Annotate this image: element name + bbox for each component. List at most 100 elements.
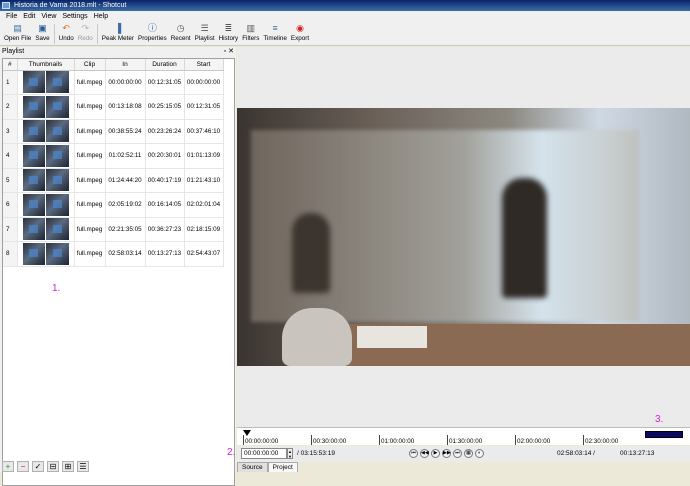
playlist-title: Playlist [2, 48, 25, 55]
peak-meter-icon: ▐ [114, 23, 122, 33]
in-time: 02:58:03:14 [105, 241, 146, 267]
table-row[interactable]: 7 full.mpeg 02:21:35:05 00:36:27:23 02:18:15… [3, 217, 224, 242]
position-timecode[interactable]: 00:00:00:00 [241, 448, 287, 459]
menu-file[interactable]: File [3, 11, 20, 22]
column-header-clip[interactable]: Clip [74, 59, 106, 71]
duration-time: 00:13:27:13 [145, 241, 185, 267]
clip-name: full.mpeg [74, 119, 106, 144]
table-row[interactable]: 6 full.mpeg 02:05:19:02 00:16:14:05 02:02:01… [3, 192, 224, 218]
table-row[interactable]: 1 full.mpeg 00:00:00:00 00:12:31:05 00:00:00… [3, 70, 224, 95]
properties-button[interactable]: ⓘ Properties [136, 22, 169, 46]
transport-bar: 00:00:00:00 ▲ ▼ / 03:15:53:19 ⏮ ◀◀ ▶ ▶▶ ⏭… [237, 446, 690, 462]
start-time: 02:18:15:09 [184, 217, 224, 242]
clip-thumbnail [22, 71, 69, 94]
playlist-table: # Thumbnails Clip In Duration Start 1 ful… [3, 59, 224, 267]
rewind-icon[interactable]: ◀◀ [420, 449, 429, 458]
title-bar: Historia de Varna 2018.mlt - Shotcut [0, 0, 690, 11]
remove-icon[interactable]: − [17, 461, 29, 472]
row-number: 8 [3, 241, 18, 267]
timeline-ruler[interactable]: 00:00:00:00 00:30:00:00 01:00:00:00 01:30:0… [237, 427, 690, 445]
history-button[interactable]: ≣ History [217, 22, 241, 46]
in-point: 02:58:03:14 / [557, 450, 595, 457]
save-icon: ▣ [38, 23, 47, 33]
insert-icon[interactable]: ⊟ [47, 461, 59, 472]
row-number: 3 [3, 119, 18, 144]
skip-previous-icon[interactable]: ⏮ [409, 449, 418, 458]
duration-time: 00:40:17:19 [145, 168, 185, 193]
export-button[interactable]: ◉ Export [289, 22, 311, 46]
filters-button[interactable]: ▥ Filters [240, 22, 261, 46]
menu-settings[interactable]: Settings [59, 11, 90, 22]
window-title: Historia de Varna 2018.mlt - Shotcut [14, 2, 127, 9]
clip-name: full.mpeg [74, 94, 106, 120]
save-button[interactable]: ▣ Save [33, 22, 51, 46]
grid-icon[interactable]: ▦ [464, 449, 473, 458]
thumbnail-cell [17, 119, 75, 144]
duration-time: 00:16:14:05 [145, 192, 185, 218]
playlist-actions: + − ✓ ⊟ ⊞ ☰ [2, 461, 152, 473]
duration-time: 00:23:26:24 [145, 119, 185, 144]
start-time: 01:01:13:09 [184, 143, 224, 169]
ruler-tick-label: 02:30:00:00 [583, 435, 618, 445]
table-row[interactable]: 3 full.mpeg 00:38:55:24 00:23:26:24 00:37:46… [3, 119, 224, 144]
menu-edit[interactable]: Edit [20, 11, 38, 22]
thumbnail-cell [17, 192, 75, 218]
timeline-button[interactable]: ≡ Timeline [261, 22, 289, 46]
timecode-spinner[interactable]: ▲ ▼ [287, 448, 293, 459]
in-time: 00:00:00:00 [105, 70, 146, 95]
column-header-number[interactable]: # [3, 59, 18, 71]
skip-next-icon[interactable]: ⏭ [453, 449, 462, 458]
column-header-thumbnails[interactable]: Thumbnails [17, 59, 75, 71]
column-header-duration[interactable]: Duration [145, 59, 185, 71]
start-time: 02:54:43:07 [184, 241, 224, 267]
clip-name: full.mpeg [74, 217, 106, 242]
clip-thumbnail [22, 144, 69, 167]
playlist-table-container: # Thumbnails Clip In Duration Start 1 ful… [2, 58, 235, 486]
row-number: 7 [3, 217, 18, 242]
open-file-button[interactable]: ▤ Open File [2, 22, 33, 46]
start-time: 00:12:31:05 [184, 94, 224, 120]
tab-source[interactable]: Source [237, 462, 268, 472]
add-icon[interactable]: + [2, 461, 14, 472]
undo-button[interactable]: ↶ Undo [57, 22, 76, 46]
menu-help[interactable]: Help [91, 11, 111, 22]
annotation-2: 2. [227, 447, 236, 458]
menu-view[interactable]: View [38, 11, 59, 22]
viewer-tabs: Source Project [237, 462, 298, 472]
tab-project[interactable]: Project [267, 462, 298, 472]
annotation-1: 1. [52, 283, 61, 294]
in-time: 02:05:19:02 [105, 192, 146, 218]
column-header-start[interactable]: Start [184, 59, 224, 71]
recent-button[interactable]: ◷ Recent [169, 22, 193, 46]
thumbnail-cell [17, 143, 75, 169]
zoom-selection[interactable] [645, 431, 683, 438]
duration-time: 00:36:27:23 [145, 217, 185, 242]
video-viewer: 4. 3. [237, 47, 690, 438]
in-time: 02:21:35:05 [105, 217, 146, 242]
undo-icon: ↶ [62, 23, 70, 33]
table-row[interactable]: 2 full.mpeg 00:13:18:08 00:25:15:05 00:12:31… [3, 94, 224, 120]
row-number: 5 [3, 168, 18, 193]
update-icon[interactable]: ✓ [32, 461, 44, 472]
float-icon[interactable]: ▫ [224, 48, 226, 55]
playhead-marker[interactable] [243, 430, 251, 436]
fast-forward-icon[interactable]: ▶▶ [442, 449, 451, 458]
volume-icon[interactable]: ◐ [475, 449, 484, 458]
timeline-icon: ≡ [272, 23, 278, 33]
table-row[interactable]: 5 full.mpeg 01:24:44:20 00:40:17:19 01:21:43… [3, 168, 224, 193]
ruler-tick-label: 00:00:00:00 [243, 435, 278, 445]
playlist-dock: Playlist ▫ ✕ # Thumbnails Clip In Durati… [0, 47, 236, 486]
start-time: 00:00:00:00 [184, 70, 224, 95]
play-icon[interactable]: ▶ [431, 449, 440, 458]
table-row[interactable]: 8 full.mpeg 02:58:03:14 00:13:27:13 02:54:43… [3, 241, 224, 267]
toolbar-label: Undo [58, 35, 74, 42]
peak-meter-button[interactable]: ▐ Peak Meter [100, 22, 136, 46]
total-duration: / 03:15:53:19 [297, 450, 335, 457]
append-icon[interactable]: ⊞ [62, 461, 74, 472]
redo-button[interactable]: ↷ Redo [76, 22, 95, 46]
column-header-in[interactable]: In [105, 59, 146, 71]
table-row[interactable]: 4 full.mpeg 01:02:52:11 00:20:30:01 01:01:13… [3, 143, 224, 169]
playlist-button[interactable]: ☰ Playlist [193, 22, 217, 46]
menu-icon[interactable]: ☰ [77, 461, 89, 472]
close-icon[interactable]: ✕ [228, 48, 234, 55]
